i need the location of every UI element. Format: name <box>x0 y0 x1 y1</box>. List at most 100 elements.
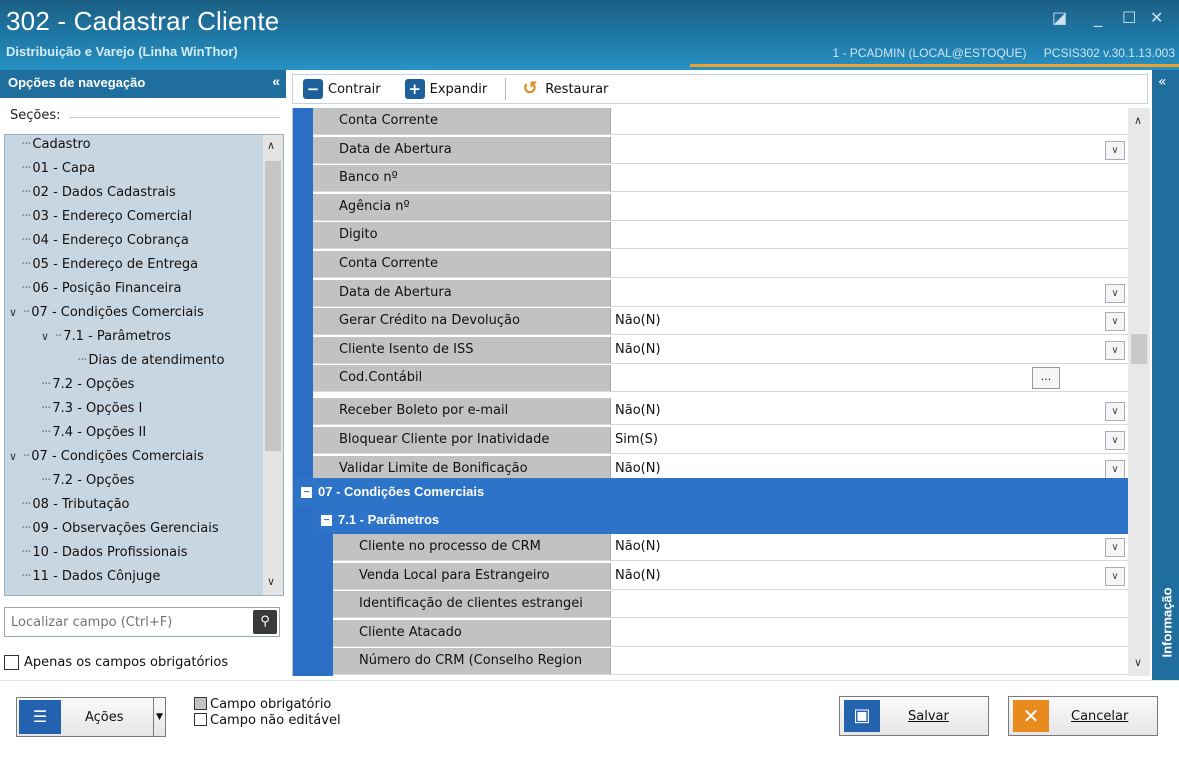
dropdown-chevron-icon[interactable]: ∨ <box>1105 283 1125 303</box>
tree-item[interactable]: ··· 11 - Dados Cônjuge <box>21 565 160 589</box>
restaurar-button[interactable]: ↺ Restaurar <box>520 79 609 99</box>
property-row[interactable]: Agência nº <box>313 193 1128 221</box>
collapse-left-icon[interactable]: « <box>272 73 280 89</box>
ellipsis-button[interactable]: ... <box>1032 367 1060 390</box>
property-row[interactable]: Data de Abertura ∨ <box>313 136 1128 164</box>
restore-window-icon[interactable]: ◪ <box>1052 8 1067 27</box>
property-value[interactable] <box>612 591 1128 617</box>
property-value[interactable] <box>612 108 1128 134</box>
tree-item[interactable]: ··· 10 - Dados Profissionais <box>21 541 188 565</box>
property-row[interactable]: Gerar Crédito na Devolução Não(N) ∨ <box>313 308 1128 336</box>
property-value[interactable]: Não(N) ∨ <box>612 337 1128 363</box>
property-row[interactable]: Data de Abertura ∨ <box>313 279 1128 307</box>
property-row[interactable]: Conta Corrente <box>313 251 1128 278</box>
tree-scroll-thumb[interactable] <box>265 161 281 451</box>
tree-item[interactable]: ··· 04 - Endereço Cobrança <box>21 229 189 253</box>
property-value[interactable]: Sim(S) ∨ <box>612 427 1128 453</box>
contrair-label: Contrair <box>328 81 381 97</box>
property-value[interactable]: ∨ <box>612 280 1128 306</box>
search-icon[interactable]: ⚲ <box>253 610 277 634</box>
only-required-option[interactable]: Apenas os campos obrigatórios <box>4 655 228 670</box>
subcategory-header[interactable]: −7.1 - Parâmetros <box>313 506 1128 534</box>
dropdown-chevron-icon[interactable]: ∨ <box>1105 312 1125 332</box>
property-row[interactable]: Número do CRM (Conselho Region <box>333 648 1128 676</box>
dropdown-chevron-icon[interactable]: ∨ <box>1105 538 1125 557</box>
property-value[interactable] <box>612 251 1128 277</box>
tree-item[interactable]: ··· 03 - Endereço Comercial <box>21 205 192 229</box>
property-value[interactable] <box>612 165 1128 191</box>
collapse-right-icon[interactable]: « <box>1158 74 1167 90</box>
property-row[interactable]: Identificação de clientes estrangei <box>333 591 1128 619</box>
property-value[interactable]: Não(N) ∨ <box>612 308 1128 334</box>
tree-item[interactable]: ··· 08 - Tributação <box>21 493 130 517</box>
category-header[interactable]: −07 - Condições Comerciais <box>293 478 1128 506</box>
save-button[interactable]: ▣ Salvar <box>839 696 989 736</box>
tree-item[interactable]: ··· Dias de atendimento <box>77 349 224 373</box>
dropdown-chevron-icon[interactable]: ∨ <box>1105 402 1125 422</box>
search-field[interactable]: ⚲ <box>4 607 280 637</box>
sections-tree[interactable]: ∧ ∨ ··· Cadastro ··· 01 - Capa ··· 02 - Dados… <box>4 134 284 596</box>
property-value[interactable]: Não(N) ∨ <box>612 563 1128 589</box>
tree-item[interactable]: ··· 7.3 - Opções I <box>41 397 142 421</box>
grid-scroll-up-icon[interactable]: ∧ <box>1134 114 1142 127</box>
property-row[interactable]: Cod.Contábil... <box>313 365 1128 393</box>
grid-scroll-thumb[interactable] <box>1131 334 1147 364</box>
contrair-button[interactable]: − Contrair <box>303 79 381 99</box>
property-row[interactable]: Venda Local para Estrangeiro Não(N) ∨ <box>333 562 1128 590</box>
grid-scroll-down-icon[interactable]: ∨ <box>1134 656 1142 669</box>
tree-item[interactable]: ··· 7.2 - Opções <box>41 373 134 397</box>
info-panel[interactable]: « Informação <box>1152 70 1179 680</box>
minimize-icon[interactable]: _ <box>1094 8 1102 27</box>
property-row[interactable]: Cliente Isento de ISS Não(N) ∨ <box>313 336 1128 364</box>
expandir-button[interactable]: + Expandir <box>404 79 487 99</box>
property-row[interactable]: Digito <box>313 222 1128 250</box>
tree-item[interactable]: ··· 7.4 - Opções II <box>41 421 146 445</box>
dropdown-chevron-icon[interactable]: ∨ <box>1105 459 1125 479</box>
property-value[interactable]: ∨ <box>612 137 1128 163</box>
property-label: Banco nº <box>313 165 611 192</box>
property-row[interactable]: Receber Boleto por e-mail Não(N) ∨ <box>313 398 1128 426</box>
property-row[interactable]: Conta Corrente <box>313 108 1128 135</box>
grid-scrollbar[interactable]: ∧ ∨ <box>1128 108 1150 676</box>
property-value[interactable]: Não(N) ∨ <box>612 534 1128 560</box>
property-value[interactable] <box>612 194 1128 220</box>
close-icon[interactable]: ✕ <box>1150 8 1163 27</box>
tree-item[interactable]: ∨ ·· 07 - Condições Comerciais <box>9 301 204 325</box>
tree-item[interactable]: ∨ ·· 7.1 - Parâmetros <box>41 325 171 349</box>
property-value[interactable]: Não(N) ∨ <box>612 398 1128 424</box>
maximize-icon[interactable]: ☐ <box>1122 8 1136 27</box>
tree-item[interactable]: ∨ ·· 07 - Condições Comerciais <box>9 445 204 469</box>
tree-scrollbar[interactable]: ∧ ∨ <box>263 135 283 595</box>
search-input[interactable] <box>5 608 245 636</box>
dropdown-chevron-icon[interactable]: ∨ <box>1105 566 1125 586</box>
tree-item[interactable]: ··· Cadastro <box>21 135 91 157</box>
collapse-box-icon[interactable]: − <box>301 487 312 499</box>
tree-item[interactable]: ··· 02 - Dados Cadastrais <box>21 181 176 205</box>
tree-item[interactable]: ··· 7.2 - Opções <box>41 469 134 493</box>
property-value[interactable] <box>612 620 1128 646</box>
property-row[interactable]: Cliente no processo de CRM Não(N) ∨ <box>333 534 1128 561</box>
chevron-down-icon[interactable]: ∨ <box>41 325 55 349</box>
tree-item[interactable]: ··· 05 - Endereço de Entrega <box>21 253 198 277</box>
chevron-down-icon[interactable]: ∨ <box>9 301 23 325</box>
chevron-down-icon[interactable]: ∨ <box>9 445 23 469</box>
tree-item[interactable]: ··· 06 - Posição Financeira <box>21 277 181 301</box>
property-value[interactable] <box>612 222 1128 248</box>
scroll-up-icon[interactable]: ∧ <box>267 139 275 152</box>
tree-item[interactable]: ··· 01 - Capa <box>21 157 95 181</box>
property-value[interactable] <box>612 648 1128 674</box>
dropdown-chevron-icon[interactable]: ∨ <box>1105 340 1125 360</box>
dropdown-chevron-icon[interactable]: ∨ <box>1105 431 1125 450</box>
property-row[interactable]: Cliente Atacado <box>333 619 1128 647</box>
property-row[interactable]: Bloquear Cliente por Inatividade Sim(S) ∨ <box>313 427 1128 454</box>
collapse-box-icon[interactable]: − <box>321 515 332 527</box>
scroll-down-icon[interactable]: ∨ <box>267 575 275 588</box>
acoes-dropdown-icon[interactable]: ▼ <box>153 698 165 736</box>
tree-item[interactable]: ··· 09 - Observações Gerenciais <box>21 517 219 541</box>
cancel-button[interactable]: ✕ Cancelar <box>1008 696 1158 736</box>
property-value[interactable]: ... <box>612 365 1128 391</box>
property-row[interactable]: Banco nº <box>313 165 1128 193</box>
only-required-checkbox[interactable] <box>4 655 19 670</box>
acoes-button[interactable]: ☰ Ações ▼ <box>16 697 166 737</box>
dropdown-chevron-icon[interactable]: ∨ <box>1105 140 1125 160</box>
